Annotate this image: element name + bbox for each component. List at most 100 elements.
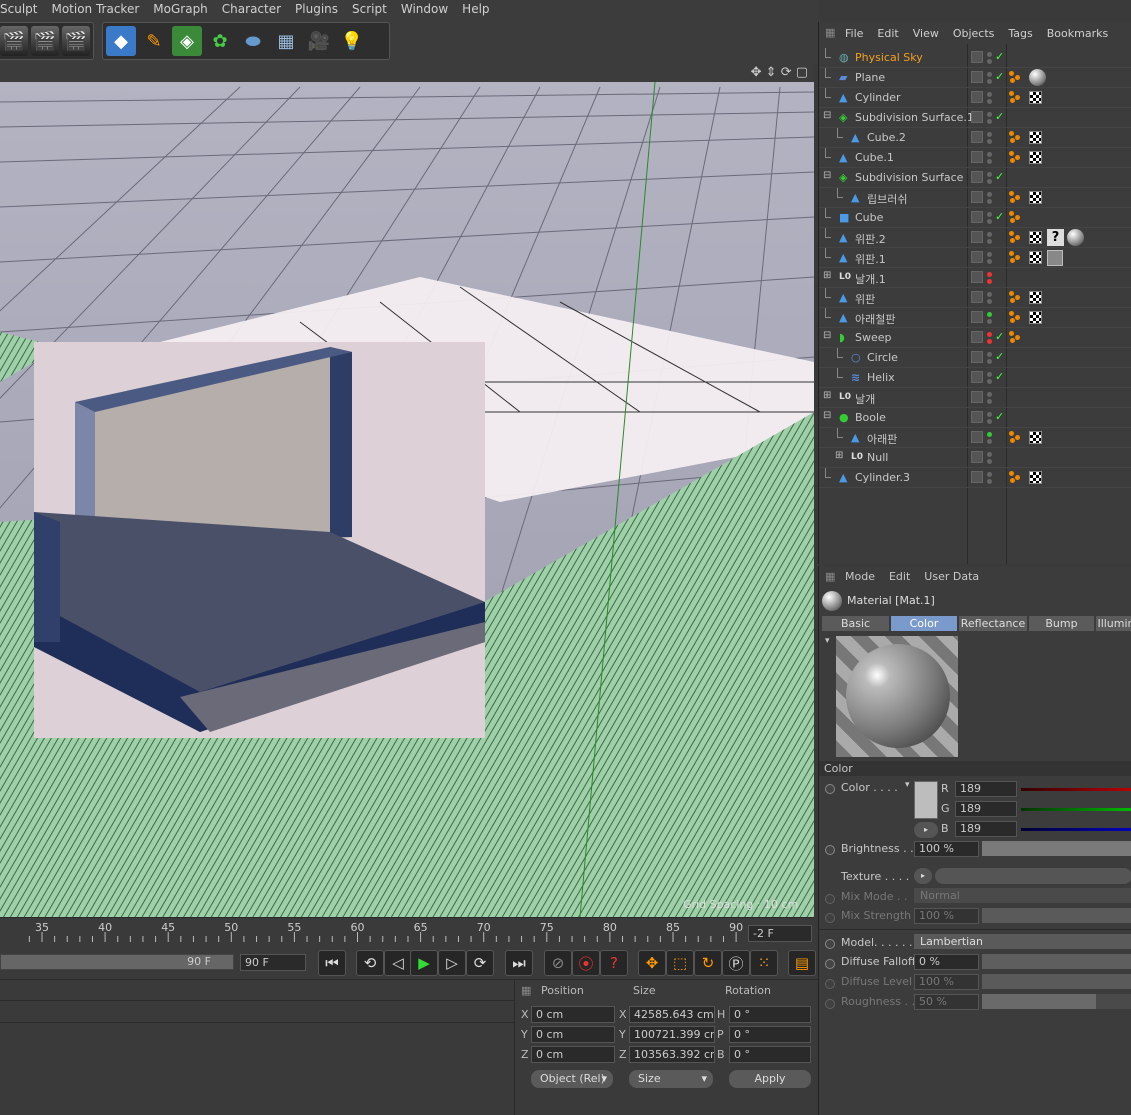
position-field[interactable]: 0 cm <box>531 1046 615 1063</box>
floor-icon[interactable]: ▦ <box>271 26 301 56</box>
brightness-slider[interactable] <box>982 841 1131 856</box>
roughness-slider[interactable] <box>982 994 1131 1009</box>
collapse-icon[interactable]: ⊟ <box>823 170 831 181</box>
object-menu-item[interactable]: File <box>845 27 863 40</box>
camera-icon[interactable]: 🎥 <box>304 26 334 56</box>
object-row[interactable]: ■ Cube ✓ <box>819 208 1131 228</box>
texture-tag-icon[interactable] <box>1029 91 1042 104</box>
layer-swatch[interactable] <box>971 451 983 463</box>
diffuse-falloff-slider[interactable] <box>982 954 1131 969</box>
texture-tag-icon[interactable] <box>1029 431 1042 444</box>
object-menu-item[interactable]: Edit <box>877 27 898 40</box>
next-frame-icon[interactable]: ▷ <box>438 950 466 976</box>
diffuse-falloff-animate-radio[interactable] <box>825 959 835 969</box>
rotation-key-icon[interactable]: ↻ <box>694 950 722 976</box>
previous-frame-icon[interactable]: ◁ <box>384 950 412 976</box>
object-name[interactable]: 위판.2 <box>855 231 886 247</box>
object-row[interactable]: ⊟ ◈ Subdivision Surface.1 ✓ <box>819 108 1131 128</box>
attribute-menu-item[interactable]: Mode <box>845 570 875 583</box>
size-field[interactable]: 100721.399 cm <box>629 1026 715 1043</box>
visibility-dots[interactable] <box>987 350 993 365</box>
visibility-dots[interactable] <box>987 410 993 425</box>
material-tag-icon[interactable] <box>1067 229 1084 246</box>
question-tag-icon[interactable]: ? <box>1047 229 1064 246</box>
layer-swatch[interactable] <box>971 431 983 443</box>
object-row[interactable]: ▲ Cube.1 <box>819 148 1131 168</box>
layer-swatch[interactable] <box>971 51 983 63</box>
object-name[interactable]: Subdivision Surface.1 <box>855 111 974 124</box>
diffuse-level-slider[interactable] <box>982 974 1131 989</box>
visibility-dots[interactable] <box>987 370 993 385</box>
autokey-icon[interactable]: ⦿ <box>572 950 600 976</box>
texture-tag-icon[interactable] <box>1029 151 1042 164</box>
material-tag-icon[interactable] <box>1029 69 1046 86</box>
phong-tag-icon[interactable] <box>1009 131 1021 143</box>
chevron-down-icon[interactable]: ▾ <box>905 780 910 790</box>
layer-swatch[interactable] <box>971 311 983 323</box>
visibility-dots[interactable] <box>987 90 993 105</box>
enabled-check-icon[interactable]: ✓ <box>995 70 1004 83</box>
render-settings-icon[interactable]: 🎬 <box>62 26 90 56</box>
keyframe-selection-icon[interactable]: ? <box>600 950 628 976</box>
object-row[interactable]: ▲ 위판.1 <box>819 248 1131 268</box>
object-row[interactable]: ≋ Helix ✓ <box>819 368 1131 388</box>
object-row[interactable]: ○ Circle ✓ <box>819 348 1131 368</box>
object-row[interactable]: ⊟ ● Boole ✓ <box>819 408 1131 428</box>
collapse-icon[interactable]: ⊟ <box>823 110 831 121</box>
go-to-start-icon[interactable]: ⏮ <box>318 950 346 976</box>
layer-swatch[interactable] <box>971 171 983 183</box>
object-row[interactable]: ▲ 위판.2? <box>819 228 1131 248</box>
visibility-dots[interactable] <box>987 310 993 325</box>
enabled-check-icon[interactable]: ✓ <box>995 210 1004 223</box>
phong-tag-icon[interactable] <box>1009 431 1021 443</box>
attribute-menu-item[interactable]: User Data <box>924 570 979 583</box>
parameter-key-icon[interactable]: Ⓟ <box>722 950 750 976</box>
timeline-ruler[interactable]: 35 40 45 50 55 60 65 70 75 80 85 90 -2 F <box>0 917 814 947</box>
color-animate-radio[interactable] <box>825 784 835 794</box>
next-key-icon[interactable]: ⟳ <box>466 950 494 976</box>
collapse-icon[interactable]: ⊟ <box>823 330 831 341</box>
texture-tag-icon[interactable] <box>1029 251 1042 264</box>
enabled-check-icon[interactable]: ✓ <box>995 170 1004 183</box>
visibility-dots[interactable] <box>987 150 993 165</box>
object-row[interactable]: ▲ 위판 <box>819 288 1131 308</box>
layer-swatch[interactable] <box>971 251 983 263</box>
object-menu-item[interactable]: Bookmarks <box>1047 27 1108 40</box>
diffuse-falloff-field[interactable]: 0 % <box>914 954 979 970</box>
texture-tag-icon[interactable] <box>1029 291 1042 304</box>
mix-strength-animate-radio[interactable] <box>825 913 835 923</box>
object-name[interactable]: Cylinder <box>855 91 901 104</box>
object-name[interactable]: Circle <box>867 351 898 364</box>
mix-mode-dropdown[interactable]: Normal <box>914 888 1131 903</box>
object-row[interactable]: ▲ 립브러쉬 <box>819 188 1131 208</box>
rotation-field[interactable]: 0 ° <box>729 1026 811 1043</box>
object-name[interactable]: Sweep <box>855 331 892 344</box>
layer-swatch[interactable] <box>971 351 983 363</box>
record-keys-icon[interactable]: ⊘ <box>544 950 572 976</box>
layer-swatch[interactable] <box>971 371 983 383</box>
texture-tag-icon[interactable] <box>1029 311 1042 324</box>
previous-key-icon[interactable]: ⟲ <box>356 950 384 976</box>
menu-item[interactable]: Help <box>455 2 496 16</box>
g-field[interactable]: 189 <box>955 801 1017 817</box>
mix-mode-animate-radio[interactable] <box>825 894 835 904</box>
point-level-key-icon[interactable]: ⁙ <box>750 950 778 976</box>
layer-swatch[interactable] <box>971 331 983 343</box>
expand-icon[interactable]: ⊞ <box>823 270 831 281</box>
object-row[interactable]: ⊞ L0 날개 <box>819 388 1131 408</box>
object-name[interactable]: Physical Sky <box>855 51 923 64</box>
enabled-check-icon[interactable]: ✓ <box>995 110 1004 123</box>
phong-tag-icon[interactable] <box>1009 251 1021 263</box>
r-slider[interactable] <box>1021 788 1131 791</box>
apply-button[interactable]: Apply <box>729 1070 811 1088</box>
enabled-check-icon[interactable]: ✓ <box>995 410 1004 423</box>
tab-bump[interactable]: Bump <box>1029 616 1094 631</box>
enabled-check-icon[interactable]: ✓ <box>995 350 1004 363</box>
layer-swatch[interactable] <box>971 271 983 283</box>
layer-swatch[interactable] <box>971 211 983 223</box>
go-to-end-icon[interactable]: ⏭ <box>505 950 533 976</box>
render-view-icon[interactable]: 🎬 <box>0 26 28 56</box>
object-name[interactable]: Cube <box>855 211 883 224</box>
texture-tag-icon[interactable] <box>1029 471 1042 484</box>
brightness-field[interactable]: 100 % <box>914 841 979 857</box>
